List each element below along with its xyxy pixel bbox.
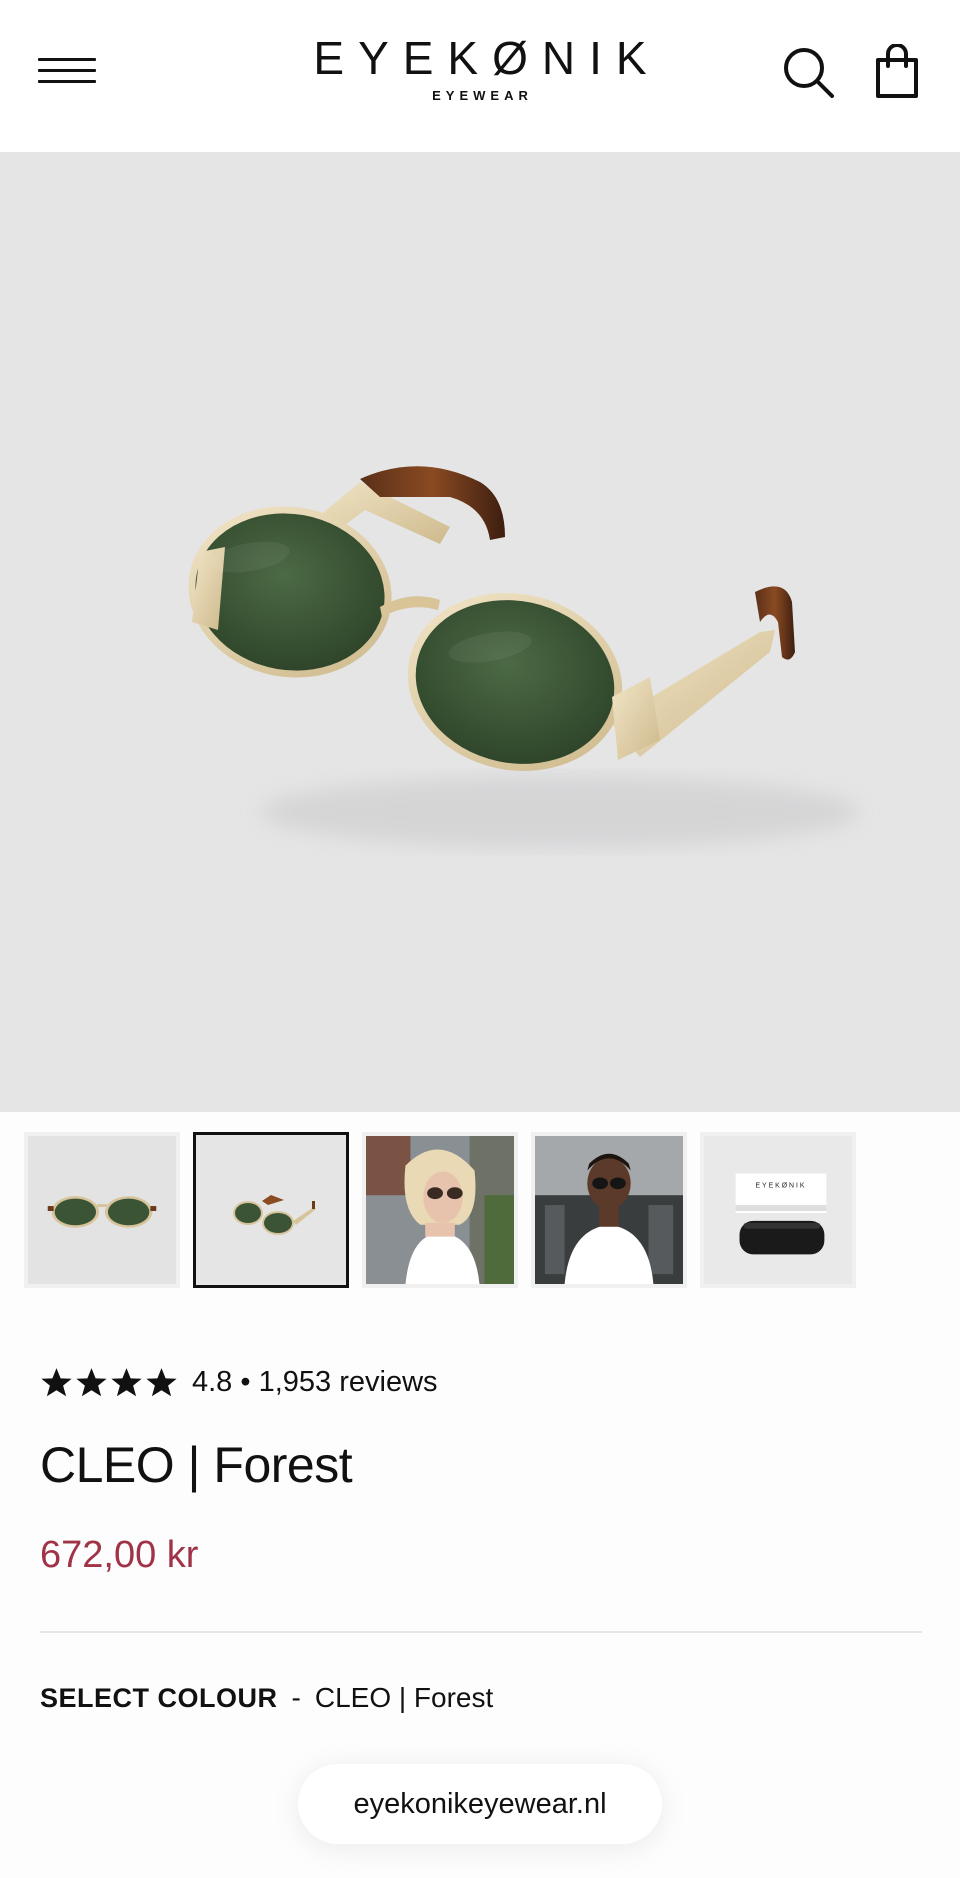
- colour-value: CLEO | Forest: [314, 1682, 494, 1713]
- colour-selector: SELECT COLOUR - CLEO | Forest: [40, 1682, 493, 1714]
- star-icon: [41, 1367, 72, 1396]
- site-header: EYEKØNIK EYEWEAR: [0, 0, 960, 152]
- shopping-bag-icon[interactable]: [874, 43, 920, 100]
- star-icon: [111, 1367, 142, 1396]
- product-title: CLEO | Forest: [40, 1437, 353, 1493]
- section-divider: [40, 1631, 922, 1633]
- logo-main-text: EYEKØNIK: [313, 32, 661, 84]
- logo-sub-text: EYEWEAR: [432, 88, 533, 103]
- thumbnail-model-man[interactable]: [531, 1132, 687, 1288]
- product-main-image[interactable]: [0, 152, 960, 1112]
- search-icon[interactable]: [782, 46, 836, 100]
- browser-url-bar[interactable]: eyekonikeyewear.nl: [298, 1764, 662, 1844]
- product-rating[interactable]: 4.8 • 1,953 reviews: [40, 1362, 438, 1402]
- thumbnail-front-view[interactable]: [24, 1132, 180, 1288]
- colour-label: SELECT COLOUR: [40, 1683, 278, 1713]
- brand-logo[interactable]: EYEKØNIK EYEWEAR: [240, 34, 720, 103]
- box-logo-text: EYEKØNIK: [755, 1182, 806, 1189]
- rating-stars: [40, 1366, 178, 1399]
- thumbnail-model-woman[interactable]: [362, 1132, 518, 1288]
- star-icon: [76, 1367, 107, 1396]
- rating-summary: 4.8 • 1,953 reviews: [192, 1365, 438, 1398]
- thumbnail-angle-view[interactable]: [193, 1132, 349, 1288]
- hamburger-menu-icon[interactable]: [38, 56, 98, 90]
- thumbnail-case-and-box[interactable]: EYEKØNIK: [700, 1132, 856, 1288]
- star-icon: [146, 1367, 177, 1396]
- colour-separator: -: [291, 1682, 301, 1713]
- product-price: 672,00 kr: [40, 1534, 199, 1576]
